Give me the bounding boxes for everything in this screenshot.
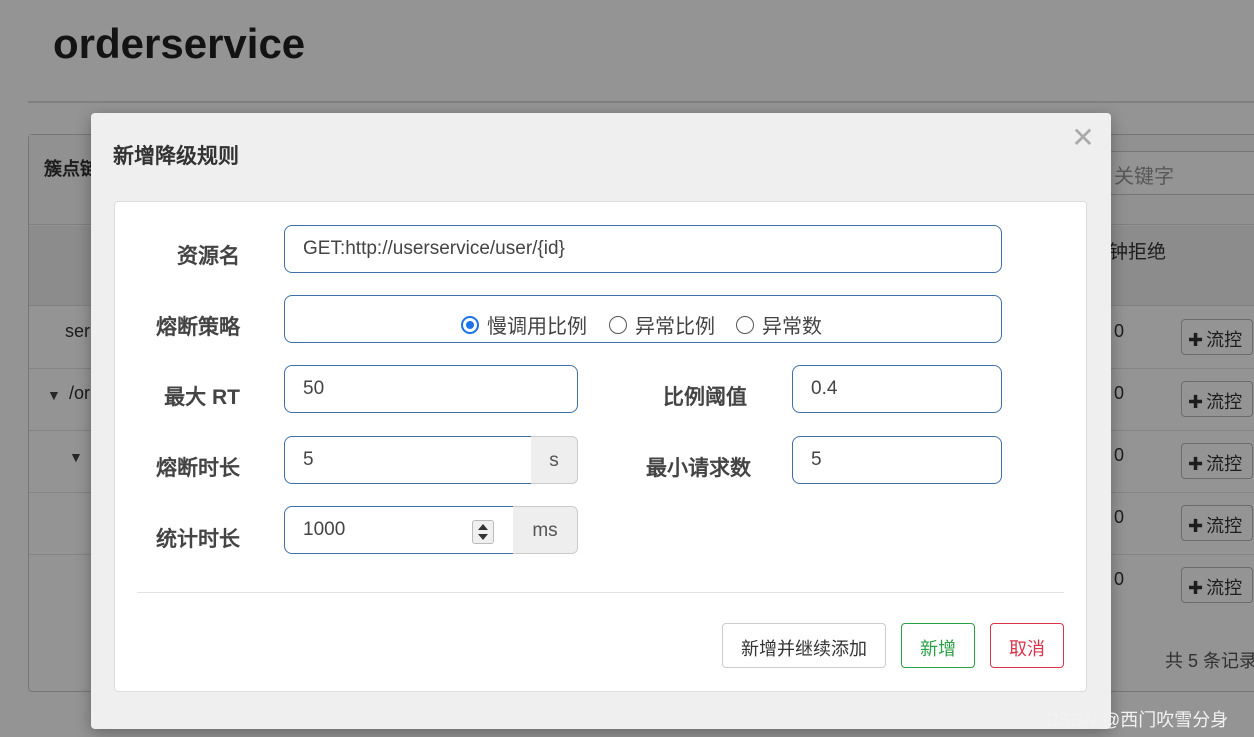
radio-label: 异常数 — [762, 316, 822, 338]
add-and-continue-button[interactable]: 新增并继续添加 — [722, 623, 886, 668]
ratio-threshold-input[interactable]: 0.4 — [792, 365, 1002, 413]
ratio-threshold-label: 比例阈值 — [663, 386, 747, 409]
radio-unchecked-icon — [736, 316, 754, 334]
stat-duration-value: 1000 — [303, 519, 346, 540]
resource-name-label: 资源名 — [177, 245, 240, 268]
cancel-button[interactable]: 取消 — [990, 623, 1064, 668]
radio-checked-icon — [461, 316, 479, 334]
stat-duration-unit: ms — [513, 506, 578, 554]
break-duration-unit: s — [531, 436, 578, 484]
radio-exception-count[interactable]: 异常数 — [736, 310, 822, 339]
max-rt-input[interactable]: 50 — [284, 365, 578, 413]
strategy-label: 熔断策略 — [156, 316, 240, 339]
min-requests-input[interactable]: 5 — [792, 436, 1002, 484]
stat-duration-input[interactable]: 1000 — [284, 506, 514, 554]
watermark: CSDN @西门吹雪分身 — [1046, 710, 1229, 730]
stepper-up-icon[interactable] — [478, 524, 488, 530]
radio-slow-call-ratio[interactable]: 慢调用比例 — [461, 310, 587, 339]
radio-exception-ratio[interactable]: 异常比例 — [609, 310, 715, 339]
break-duration-input[interactable]: 5 — [284, 436, 532, 484]
add-degrade-rule-dialog: 新增降级规则 ✕ 资源名 GET:http://userservice/user… — [91, 113, 1111, 729]
min-requests-label: 最小请求数 — [646, 457, 751, 480]
number-stepper-icon[interactable] — [472, 520, 494, 544]
strategy-radio-group: 慢调用比例 异常比例 异常数 — [284, 295, 1002, 343]
radio-label: 慢调用比例 — [487, 316, 587, 338]
radio-label: 异常比例 — [635, 316, 715, 338]
footer-divider — [137, 592, 1064, 593]
stepper-down-icon[interactable] — [478, 534, 488, 540]
max-rt-label: 最大 RT — [164, 386, 240, 409]
break-duration-label: 熔断时长 — [156, 457, 240, 480]
stat-duration-label: 统计时长 — [156, 528, 240, 551]
radio-unchecked-icon — [609, 316, 627, 334]
rule-form: 资源名 GET:http://userservice/user/{id} 熔断策… — [114, 201, 1087, 692]
resource-name-input[interactable]: GET:http://userservice/user/{id} — [284, 225, 1002, 273]
dialog-title: 新增降级规则 — [113, 145, 239, 168]
close-icon[interactable]: ✕ — [1071, 121, 1095, 153]
add-button[interactable]: 新增 — [901, 623, 975, 668]
